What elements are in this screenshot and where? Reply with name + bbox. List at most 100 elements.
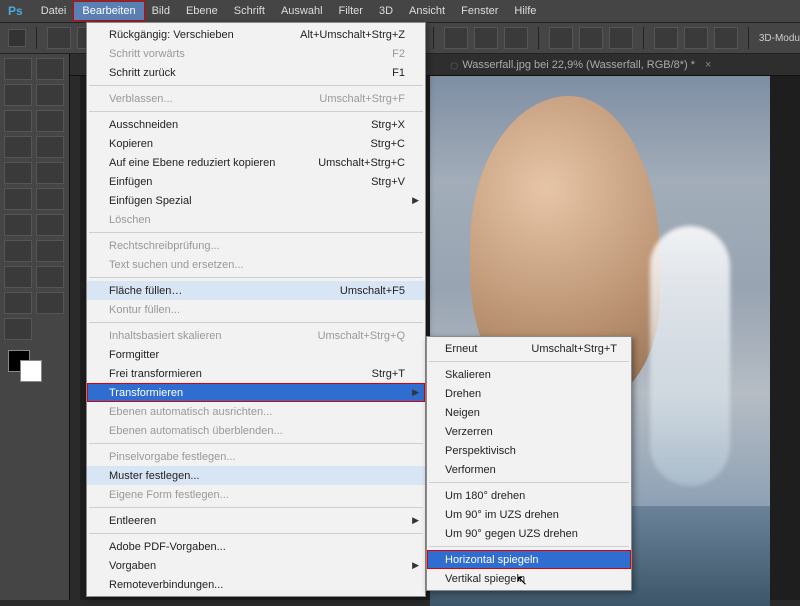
hand-tool-icon[interactable] bbox=[36, 292, 64, 314]
menu-item[interactable]: Horizontal spiegeln bbox=[427, 550, 631, 569]
menu-item-label: Frei transformieren bbox=[109, 368, 202, 380]
separator bbox=[89, 533, 423, 534]
distribute-button[interactable] bbox=[609, 27, 633, 49]
brush-tool-icon[interactable] bbox=[4, 162, 32, 184]
menu-item[interactable]: Vertikal spiegeln bbox=[427, 569, 631, 588]
menu-item: Rechtschreibprüfung... bbox=[87, 236, 425, 255]
menu-item[interactable]: Auf eine Ebene reduziert kopierenUmschal… bbox=[87, 153, 425, 172]
submenu-arrow-icon: ▶ bbox=[412, 560, 419, 571]
menu-item[interactable]: Vorgaben▶ bbox=[87, 556, 425, 575]
menu-item[interactable]: Drehen bbox=[427, 384, 631, 403]
align-button[interactable] bbox=[504, 27, 528, 49]
menu-item[interactable]: ErneutUmschalt+Strg+T bbox=[427, 339, 631, 358]
menu-item[interactable]: Verzerren bbox=[427, 422, 631, 441]
pen-tool-icon[interactable] bbox=[36, 240, 64, 262]
color-swatches[interactable] bbox=[4, 350, 64, 390]
menu-item: Ebenen automatisch überblenden... bbox=[87, 421, 425, 440]
menu-item[interactable]: KopierenStrg+C bbox=[87, 134, 425, 153]
menu-item-label: Kontur füllen... bbox=[109, 304, 180, 316]
menu-fenster[interactable]: Fenster bbox=[453, 2, 506, 20]
menu-item[interactable]: Fläche füllen…Umschalt+F5 bbox=[87, 281, 425, 300]
menu-item-label: Skalieren bbox=[445, 369, 491, 381]
menu-item[interactable]: Skalieren bbox=[427, 365, 631, 384]
menu-item: Eigene Form festlegen... bbox=[87, 485, 425, 504]
distribute-button[interactable] bbox=[549, 27, 573, 49]
menu-item[interactable]: EinfügenStrg+V bbox=[87, 172, 425, 191]
menu-item: Schritt vorwärtsF2 bbox=[87, 44, 425, 63]
artboard-tool-icon[interactable] bbox=[36, 58, 64, 80]
menu-item-label: Ausschneiden bbox=[109, 119, 178, 131]
zoom-tool-icon[interactable] bbox=[4, 318, 32, 340]
opt-button[interactable] bbox=[47, 27, 71, 49]
history-brush-tool-icon[interactable] bbox=[4, 188, 32, 210]
gradient-tool-icon[interactable] bbox=[4, 214, 32, 236]
stamp-tool-icon[interactable] bbox=[36, 162, 64, 184]
distribute-button[interactable] bbox=[654, 27, 678, 49]
menu-item[interactable]: Transformieren▶ bbox=[87, 383, 425, 402]
menu-item[interactable]: Einfügen Spezial▶ bbox=[87, 191, 425, 210]
menu-item[interactable]: Entleeren▶ bbox=[87, 511, 425, 530]
background-swatch[interactable] bbox=[20, 360, 42, 382]
marquee-tool-icon[interactable] bbox=[4, 84, 32, 106]
move-tool-icon[interactable] bbox=[4, 58, 32, 80]
menu-item: Text suchen und ersetzen... bbox=[87, 255, 425, 274]
lasso-tool-icon[interactable] bbox=[36, 84, 64, 106]
separator bbox=[89, 85, 423, 86]
quick-select-tool-icon[interactable] bbox=[4, 110, 32, 132]
menu-item[interactable]: Adobe PDF-Vorgaben... bbox=[87, 537, 425, 556]
menu-item: Inhaltsbasiert skalierenUmschalt+Strg+Q bbox=[87, 326, 425, 345]
menu-item-label: Löschen bbox=[109, 214, 151, 226]
menu-item-label: Remoteverbindungen... bbox=[109, 579, 223, 591]
menu-item[interactable]: Rückgängig: VerschiebenAlt+Umschalt+Strg… bbox=[87, 25, 425, 44]
menu-auswahl[interactable]: Auswahl bbox=[273, 2, 331, 20]
menu-item[interactable]: Um 180° drehen bbox=[427, 486, 631, 505]
menu-filter[interactable]: Filter bbox=[331, 2, 371, 20]
distribute-button[interactable] bbox=[684, 27, 708, 49]
menu-item[interactable]: Um 90° im UZS drehen bbox=[427, 505, 631, 524]
dodge-tool-icon[interactable] bbox=[4, 240, 32, 262]
document-tab[interactable]: ◌ Wasserfall.jpg bei 22,9% (Wasserfall, … bbox=[440, 56, 721, 74]
type-tool-icon[interactable] bbox=[4, 266, 32, 288]
menu-item-label: Text suchen und ersetzen... bbox=[109, 259, 244, 271]
align-button[interactable] bbox=[474, 27, 498, 49]
menu-item[interactable]: Verformen bbox=[427, 460, 631, 479]
menu-item[interactable]: AusschneidenStrg+X bbox=[87, 115, 425, 134]
menu-item-label: Transformieren bbox=[109, 387, 183, 399]
menu-item[interactable]: Muster festlegen... bbox=[87, 466, 425, 485]
separator bbox=[89, 277, 423, 278]
menu-item-shortcut: Umschalt+Strg+T bbox=[531, 343, 617, 355]
align-button[interactable] bbox=[444, 27, 468, 49]
menu-bearbeiten[interactable]: Bearbeiten bbox=[74, 2, 143, 20]
menu-item: Löschen bbox=[87, 210, 425, 229]
menu-datei[interactable]: Datei bbox=[33, 2, 75, 20]
menu-ebene[interactable]: Ebene bbox=[178, 2, 226, 20]
menu-item-shortcut: Alt+Umschalt+Strg+Z bbox=[300, 29, 405, 41]
menu-item-shortcut: Umschalt+F5 bbox=[340, 285, 405, 297]
menu-item[interactable]: Schritt zurückF1 bbox=[87, 63, 425, 82]
menu-item[interactable]: Frei transformierenStrg+T bbox=[87, 364, 425, 383]
healing-tool-icon[interactable] bbox=[36, 136, 64, 158]
menu-item-shortcut: Umschalt+Strg+F bbox=[319, 93, 405, 105]
menu-item[interactable]: Formgitter bbox=[87, 345, 425, 364]
crop-tool-icon[interactable] bbox=[36, 110, 64, 132]
separator bbox=[429, 546, 629, 547]
menu-3d[interactable]: 3D bbox=[371, 2, 401, 20]
blur-tool-icon[interactable] bbox=[36, 214, 64, 236]
shape-tool-icon[interactable] bbox=[4, 292, 32, 314]
distribute-button[interactable] bbox=[714, 27, 738, 49]
menu-item[interactable]: Perspektivisch bbox=[427, 441, 631, 460]
menu-item[interactable]: Remoteverbindungen... bbox=[87, 575, 425, 594]
distribute-button[interactable] bbox=[579, 27, 603, 49]
menu-bild[interactable]: Bild bbox=[144, 2, 178, 20]
menu-hilfe[interactable]: Hilfe bbox=[506, 2, 544, 20]
close-icon[interactable]: × bbox=[705, 59, 711, 71]
menu-ansicht[interactable]: Ansicht bbox=[401, 2, 453, 20]
menu-schrift[interactable]: Schrift bbox=[226, 2, 273, 20]
menu-item-label: Entleeren bbox=[109, 515, 156, 527]
path-select-tool-icon[interactable] bbox=[36, 266, 64, 288]
menu-item[interactable]: Neigen bbox=[427, 403, 631, 422]
eraser-tool-icon[interactable] bbox=[36, 188, 64, 210]
eyedropper-tool-icon[interactable] bbox=[4, 136, 32, 158]
menu-item-label: Schritt vorwärts bbox=[109, 48, 185, 60]
menu-item[interactable]: Um 90° gegen UZS drehen bbox=[427, 524, 631, 543]
